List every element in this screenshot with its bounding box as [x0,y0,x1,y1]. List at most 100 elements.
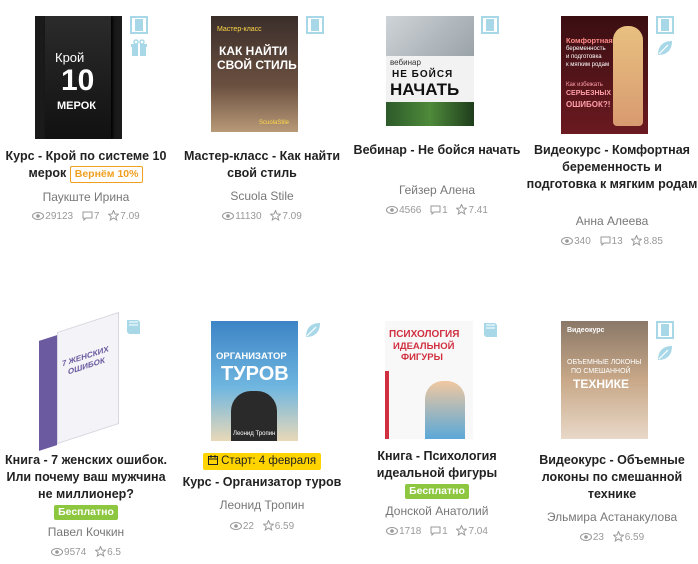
author-name[interactable]: Леонид Тропин [176,498,348,512]
rating-stat: 7.09 [107,209,140,222]
course-title[interactable]: Вебинар - Не бойся начать [351,142,523,159]
star-icon [630,234,644,247]
eye-icon [386,527,399,535]
cover-text: Мастер-класс [217,26,262,33]
book-icon [127,320,140,334]
cover-text: ТУРОВ [221,363,289,385]
rating-stat: 8.85 [630,234,663,247]
course-title-text[interactable]: Книга - 7 женских ошибок. Или почему ваш… [0,452,172,503]
star-icon [455,524,469,537]
stats-row: 23 6.59 [526,530,698,543]
course-card[interactable]: ПСИХОЛОГИЯ ИДЕАЛЬНОЙ ФИГУРЫ Книга - Псих… [351,300,523,540]
cover-text: ОРГАНИЗАТОР [216,351,287,362]
stats-row: 1718 1 7.04 [351,524,523,537]
rating-stat: 6.5 [94,545,121,558]
course-card[interactable]: ОРГАНИЗАТОР ТУРОВ Леонид Тропин Старт: 4… [176,300,348,540]
comments-stat: 13 [600,236,623,247]
course-cover[interactable]: вебинар НЕ БОЙСЯ НАЧАТЬ [386,16,474,126]
free-badge: Бесплатно [54,505,118,520]
stats-row: 29123 7 7.09 [0,209,172,222]
film-icon [306,16,324,34]
views-stat: 9574 [51,547,86,558]
course-title-text[interactable]: Курс - Организатор туров [176,474,348,491]
star-icon [455,203,469,216]
cover-text: СЕРЬЕЗНЫХ [566,90,612,97]
star-icon [261,519,275,532]
calendar-icon [207,455,218,465]
cover-text: Леонид Тропин [233,431,276,437]
film-icon [656,16,674,34]
cover-text: ПСИХОЛОГИЯ [389,329,460,340]
course-card[interactable]: Видеокурс ОБЪЕМНЫЕ ЛОКОНЫ ПО СМЕШАННОЙ Т… [526,300,698,550]
course-title-text[interactable]: Книга - Психология идеальной фигуры [351,448,523,482]
author-name[interactable]: Павел Кочкин [0,525,172,539]
course-title[interactable]: Мастер-класс - Как найти свой стиль [176,148,348,182]
cover-text: и подготовка [566,54,602,60]
book-icon [484,323,497,337]
star-icon [94,545,107,558]
film-icon [130,16,148,34]
eye-icon [32,212,45,220]
cover-text: беременность [566,46,606,52]
course-title[interactable]: Видеокурс - Объемные локоны по смешанной… [526,452,698,503]
course-card[interactable]: Комфортная беременность и подготовка к м… [526,0,698,250]
course-cover[interactable]: Крой 10 МЕРОК [35,16,122,139]
leaf-icon [658,41,672,55]
author-name[interactable]: Scuola Stile [176,189,348,203]
rating-stat: 7.09 [269,209,302,222]
stats-row: 22 6.59 [176,519,348,532]
views-stat: 29123 [32,211,73,222]
cover-text: ФИГУРЫ [401,352,443,363]
course-card[interactable]: Мастер-класс КАК НАЙТИ СВОЙ СТИЛЬ Scuola… [176,0,348,240]
views-stat: 22 [229,521,254,532]
star-icon [107,209,121,222]
author-name[interactable]: Донской Анатолий [351,504,523,518]
author-name[interactable]: Гейзер Алена [351,183,523,197]
cover-text: НЕ БОЙСЯ [392,69,454,80]
views-stat: 23 [579,532,604,543]
cashback-badge: Вернём 10% [69,166,144,183]
course-title[interactable]: Книга - 7 женских ошибок. Или почему ваш… [0,452,172,520]
cover-text: ScuolaStile [259,120,290,126]
course-title[interactable]: Курс - Крой по системе 10 мерок Вернём 1… [0,148,172,183]
rating-stat: 7.41 [455,203,488,216]
cover-text: вебинар [390,58,421,67]
comment-icon [82,211,93,222]
course-card[interactable]: Крой 10 МЕРОК Курс - Крой по системе 10 … [0,0,172,240]
course-cover[interactable]: Комфортная беременность и подготовка к м… [561,16,648,134]
course-title[interactable]: Старт: 4 февраля Курс - Организатор туро… [176,452,348,491]
leaf-icon [658,346,672,360]
author-name[interactable]: Паукште Ирина [0,190,172,204]
course-cover[interactable]: Видеокурс ОБЪЕМНЫЕ ЛОКОНЫ ПО СМЕШАННОЙ Т… [561,321,648,439]
cover-text: КАК НАЙТИ [219,44,288,58]
course-title[interactable]: Видеокурс - Комфортная беременность и по… [526,142,698,193]
cover-text: СВОЙ СТИЛЬ [217,58,297,72]
stats-row: 4566 1 7.41 [351,203,523,216]
comments-stat: 7 [82,211,99,222]
author-name[interactable]: Эльмира Астанакулова [526,510,698,524]
views-stat: 1718 [386,526,421,537]
rating-stat: 7.04 [455,524,488,537]
course-card[interactable]: вебинар НЕ БОЙСЯ НАЧАТЬ Вебинар - Не бой… [351,0,523,240]
course-cover[interactable]: Мастер-класс КАК НАЙТИ СВОЙ СТИЛЬ Scuola… [211,16,298,132]
course-card[interactable]: 7 ЖЕНСКИХ ОШИБОК Книга - 7 женских ошибо… [0,300,172,564]
eye-icon [386,206,399,214]
course-cover[interactable]: 7 ЖЕНСКИХ ОШИБОК [35,311,122,451]
stats-row: 340 13 8.85 [526,234,698,247]
rating-stat: 6.59 [611,530,644,543]
eye-icon [222,212,235,220]
start-date-badge: Старт: 4 февраля [202,453,322,470]
course-cover[interactable]: ПСИХОЛОГИЯ ИДЕАЛЬНОЙ ФИГУРЫ [385,321,473,439]
author-name[interactable]: Анна Алеева [526,214,698,228]
star-icon [611,530,625,543]
cover-text: 10 [61,64,95,97]
eye-icon [229,522,242,530]
free-badge: Бесплатно [405,484,469,499]
course-cover[interactable]: ОРГАНИЗАТОР ТУРОВ Леонид Тропин [211,321,298,441]
eye-icon [51,548,64,556]
eye-icon [561,237,574,245]
views-stat: 11130 [222,211,262,222]
course-title[interactable]: Книга - Психология идеальной фигуры Бесп… [351,448,523,499]
cover-text: МЕРОК [57,100,96,112]
comment-icon [430,526,441,537]
